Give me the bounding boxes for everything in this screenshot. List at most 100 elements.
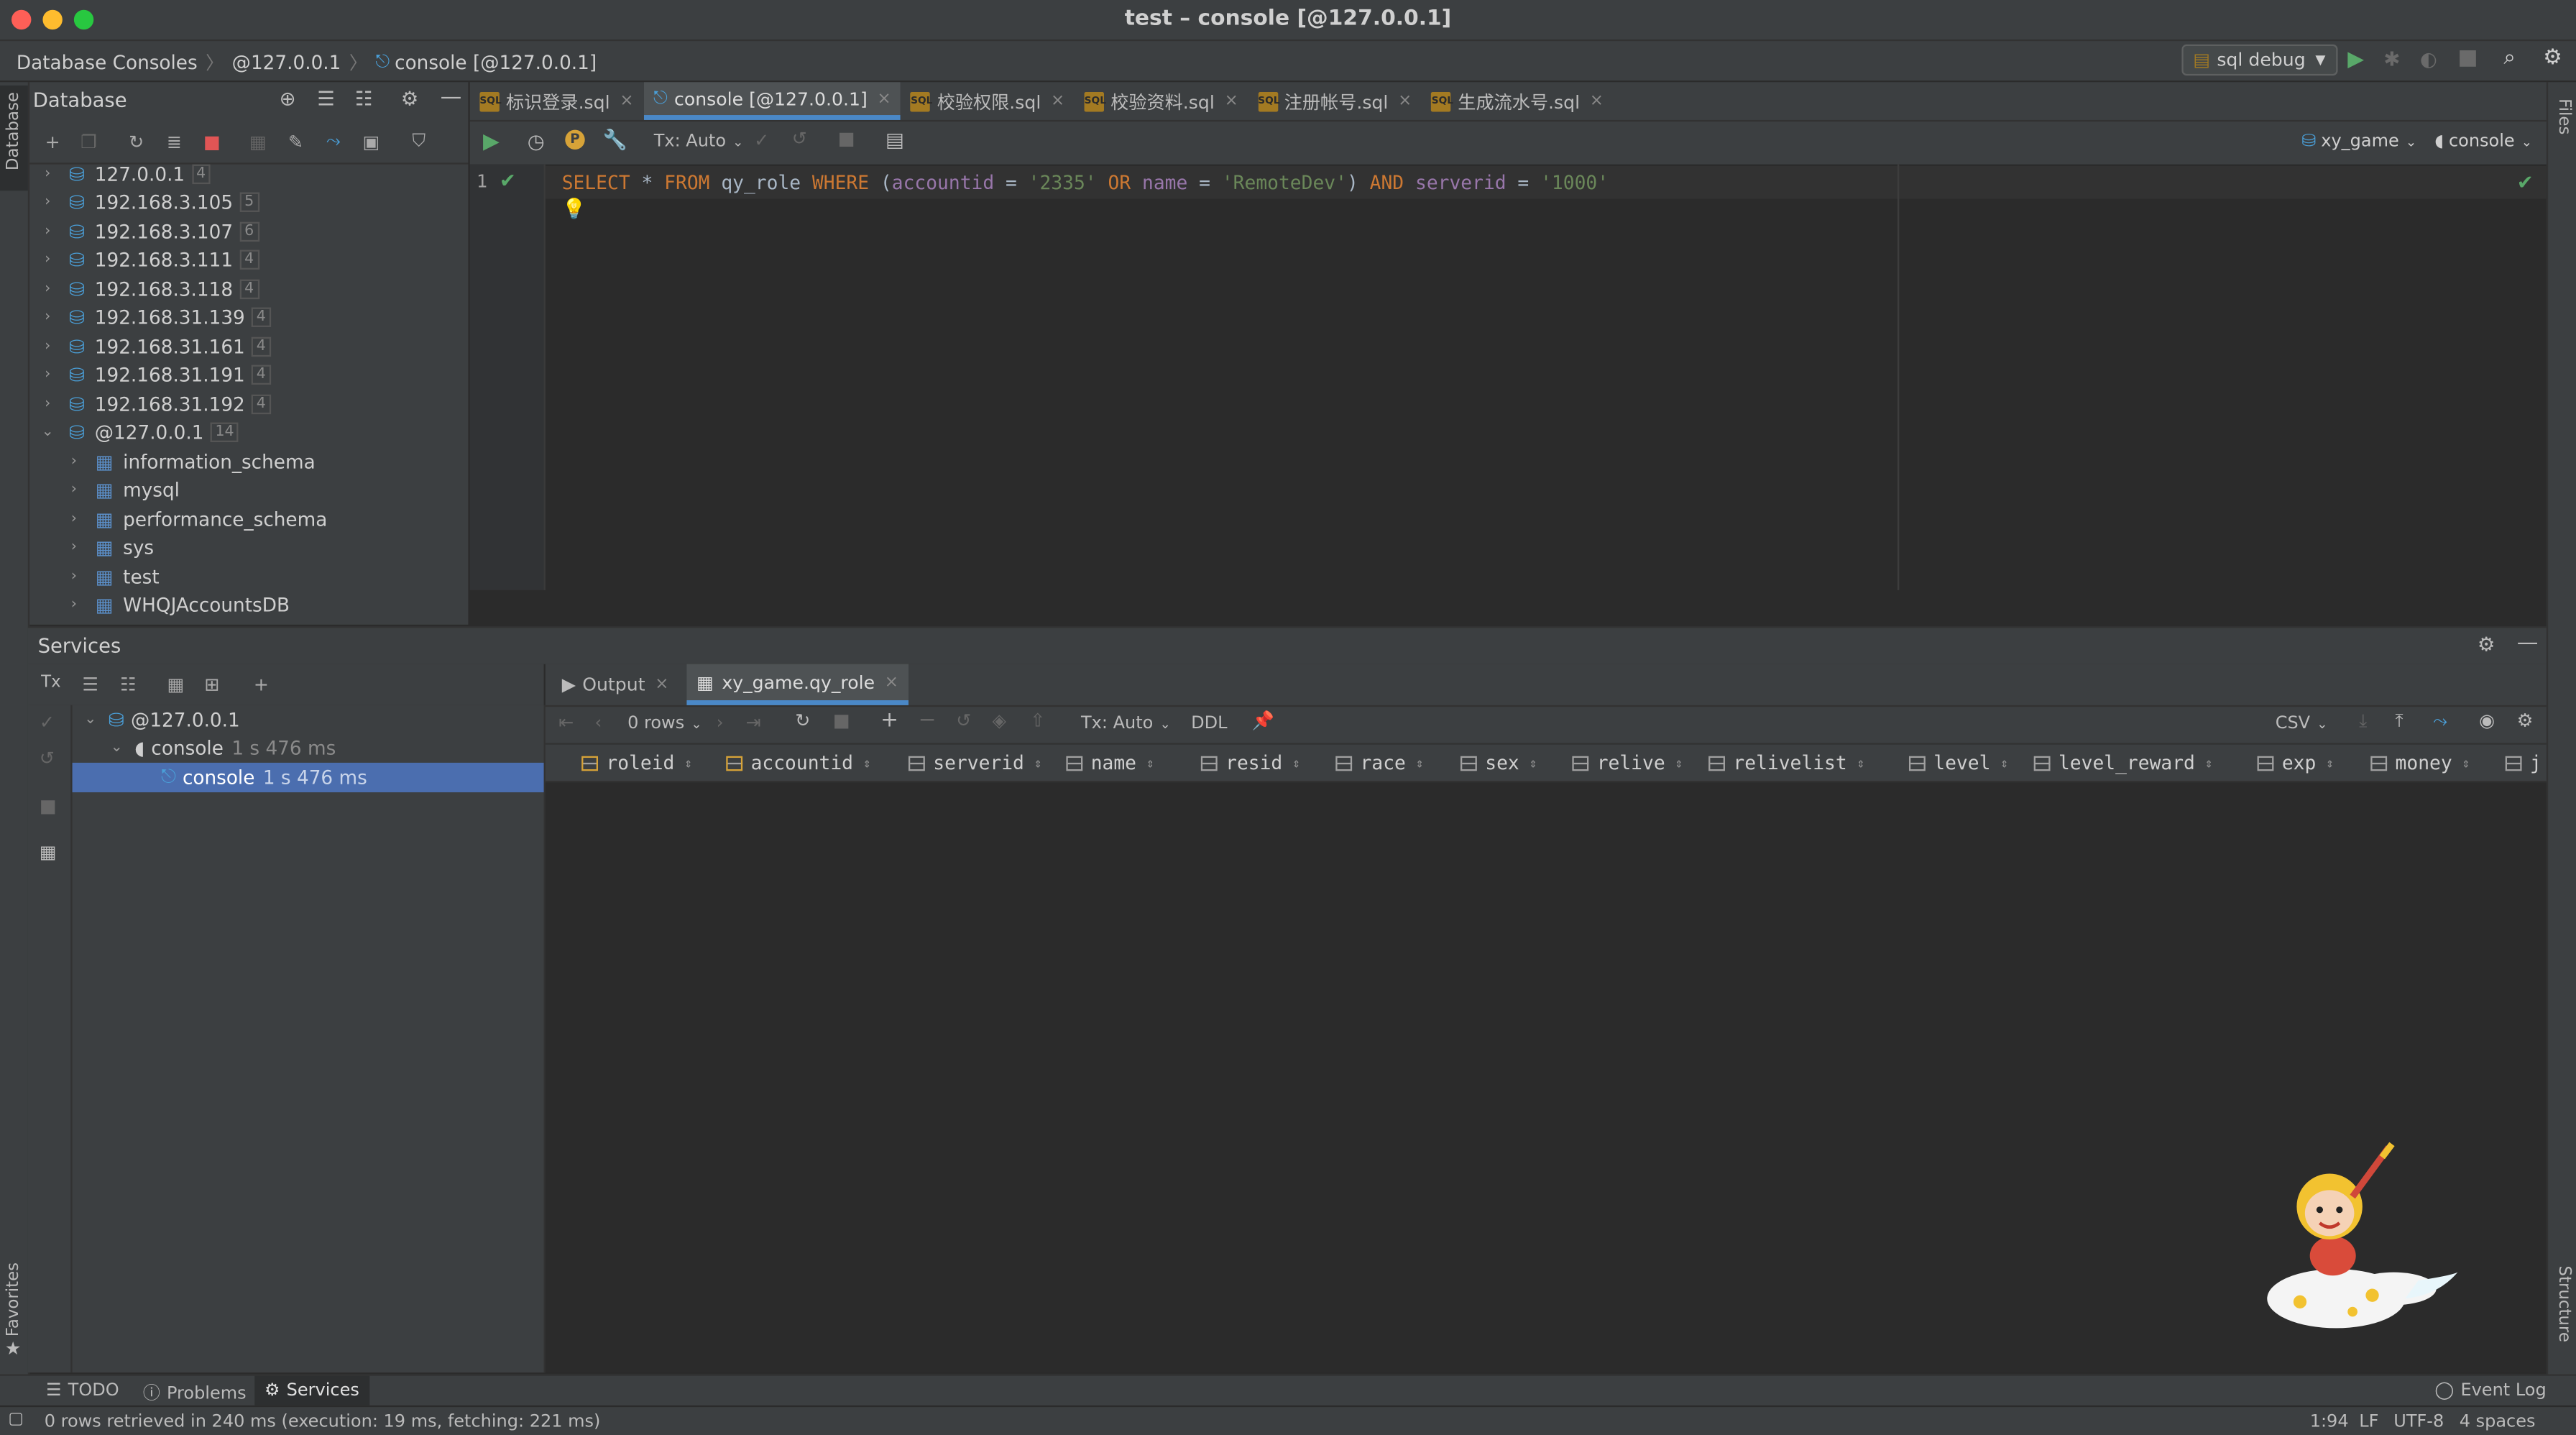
column-header-j[interactable]: j xyxy=(2505,745,2542,781)
chevron-right-icon[interactable]: › xyxy=(65,510,82,527)
table-icon[interactable]: ▦ xyxy=(245,128,272,155)
chevron-right-icon[interactable]: › xyxy=(40,280,56,297)
row-count-select[interactable]: 0 rows ⌄ xyxy=(627,713,702,733)
services-tree-row-selected[interactable]: ⎋ console 1 s 476 ms xyxy=(72,762,544,792)
filter-icon[interactable]: ⊞ xyxy=(199,671,226,697)
sort-icon[interactable]: ⇕ xyxy=(1146,756,1154,771)
sort-icon[interactable]: ⇕ xyxy=(684,756,692,771)
locate-icon[interactable]: ⊕ xyxy=(280,87,296,110)
tab-console-active[interactable]: ⎋ console [@127.0.0.1] × xyxy=(643,82,901,120)
chevron-right-icon[interactable]: › xyxy=(40,165,56,182)
export-format-select[interactable]: CSV ⌄ xyxy=(2276,713,2328,733)
chevron-right-icon[interactable]: › xyxy=(40,367,56,383)
chevron-right-icon[interactable]: › xyxy=(65,453,82,469)
column-header-accountid[interactable]: accountid ⇕ xyxy=(726,745,871,781)
sql-statement[interactable]: SELECT * FROM qy_role WHERE (accountid =… xyxy=(562,171,1609,194)
db-tree-row[interactable]: › ⛁ 192.168.3.111 4 xyxy=(0,246,468,275)
close-icon[interactable]: × xyxy=(878,90,891,108)
indent-setting[interactable]: 4 spaces xyxy=(2460,1412,2536,1431)
sort-icon[interactable]: ⇕ xyxy=(2326,756,2334,771)
tab-sql-file[interactable]: SQL 校验资料.sql × xyxy=(1075,82,1248,120)
run-icon[interactable]: ▶ xyxy=(2347,47,2364,72)
column-header-roleid[interactable]: roleid ⇕ xyxy=(581,745,692,781)
problems-tool-button[interactable]: ⓘ Problems xyxy=(143,1381,247,1406)
hide-panel-icon[interactable]: — xyxy=(441,86,462,110)
breadcrumb-item-console[interactable]: console [@127.0.0.1] xyxy=(395,51,597,74)
next-page-icon[interactable]: › xyxy=(717,712,724,733)
rollback-icon[interactable]: ↺ xyxy=(40,748,55,769)
sort-icon[interactable]: ⇕ xyxy=(1529,756,1537,771)
tab-result-table[interactable]: ▦ xy_game.qy_role × xyxy=(686,664,908,705)
db-tree-row[interactable]: › ⛁ 127.0.0.1 4 xyxy=(0,160,468,188)
edit-icon[interactable]: ✎ xyxy=(282,128,309,155)
close-icon[interactable]: × xyxy=(1225,92,1238,110)
column-header-exp[interactable]: exp ⇕ xyxy=(2257,745,2334,781)
add-service-icon[interactable]: + xyxy=(248,671,275,697)
cancel-icon[interactable]: ■ xyxy=(833,710,850,732)
column-header-serverid[interactable]: serverid ⇕ xyxy=(908,745,1042,781)
gear-icon[interactable]: ⚙ xyxy=(2517,710,2534,732)
pin-icon[interactable]: 📌 xyxy=(1252,710,1274,732)
sort-icon[interactable]: ⇕ xyxy=(1034,756,1042,771)
toggle-tool-windows-icon[interactable]: ▢ xyxy=(8,1411,24,1429)
chevron-down-icon[interactable]: ⌄ xyxy=(40,424,56,441)
ddl-button[interactable]: DDL xyxy=(1191,713,1227,733)
column-header-relive[interactable]: relive ⇕ xyxy=(1572,745,1683,781)
close-icon[interactable]: × xyxy=(1398,92,1412,110)
copy-icon[interactable]: ❐ xyxy=(75,128,102,155)
disconnect-icon[interactable]: ■ xyxy=(199,128,226,155)
tab-sql-file[interactable]: SQL 注册帐号.sql × xyxy=(1248,82,1422,120)
chevron-right-icon[interactable]: › xyxy=(65,482,82,498)
column-header-money[interactable]: money ⇕ xyxy=(2370,745,2470,781)
profile-icon[interactable]: P xyxy=(565,129,585,150)
transaction-mode-select[interactable]: Tx: Auto ⌄ xyxy=(654,132,744,151)
previous-page-icon[interactable]: ‹ xyxy=(594,712,602,733)
chevron-right-icon[interactable]: › xyxy=(65,597,82,614)
schema-tree-row[interactable]: › ▦ sys xyxy=(0,533,468,562)
chevron-right-icon[interactable]: › xyxy=(40,194,56,211)
delete-row-icon[interactable]: − xyxy=(919,708,937,733)
history-icon[interactable]: ◷ xyxy=(528,130,545,153)
result-transaction-select[interactable]: Tx: Auto ⌄ xyxy=(1081,713,1171,733)
submit-icon[interactable]: ⇧ xyxy=(1030,710,1045,732)
files-tool-tab[interactable]: Files xyxy=(2554,98,2572,134)
tab-sql-file[interactable]: SQL 生成流水号.sql × xyxy=(1422,82,1614,120)
structure-tool-tab[interactable]: Structure xyxy=(2554,1266,2572,1342)
chevron-right-icon[interactable]: › xyxy=(65,540,82,556)
rollback-icon[interactable]: ↺ xyxy=(792,128,807,150)
status-message[interactable]: 0 rows retrieved in 240 ms (execution: 1… xyxy=(45,1412,601,1431)
sort-icon[interactable]: ⇕ xyxy=(2205,756,2213,771)
db-tree-row[interactable]: › ⛁ 192.168.31.139 4 xyxy=(0,303,468,332)
close-icon[interactable]: × xyxy=(655,676,668,694)
commit-icon[interactable]: ✓ xyxy=(40,712,55,733)
schema-tree-row[interactable]: › ▦ information_schema xyxy=(0,447,468,476)
cancel-icon[interactable]: ■ xyxy=(838,128,855,150)
schema-tree-row[interactable]: › ▦ performance_schema xyxy=(0,505,468,533)
jump-to-console-icon[interactable]: ⤳ xyxy=(321,128,347,155)
stop-icon[interactable]: ■ xyxy=(40,796,57,817)
close-icon[interactable]: × xyxy=(1590,92,1604,110)
refresh-icon[interactable]: ↻ xyxy=(795,710,810,732)
chevron-right-icon[interactable]: › xyxy=(40,223,56,239)
close-icon[interactable]: × xyxy=(885,673,898,691)
commit-icon[interactable]: ✓ xyxy=(754,130,769,152)
schema-select[interactable]: ⛁ xy_game ⌄ xyxy=(2301,132,2416,151)
db-tree-row[interactable]: › ⛁ 192.168.31.161 4 xyxy=(0,332,468,361)
ql-icon[interactable]: ▣ xyxy=(358,128,385,155)
tab-sql-file[interactable]: SQL 标识登录.sql × xyxy=(470,82,644,120)
revert-icon[interactable]: ↺ xyxy=(956,710,971,732)
tab-sql-file[interactable]: SQL 校验权限.sql × xyxy=(901,82,1075,120)
sort-icon[interactable]: ⇕ xyxy=(2000,756,2008,771)
add-icon[interactable]: + xyxy=(40,128,66,155)
output-layout-icon[interactable]: ▤ xyxy=(886,128,904,151)
view-icon[interactable]: ◉ xyxy=(2479,710,2495,732)
search-icon[interactable]: ⌕ xyxy=(2503,46,2516,70)
result-grid[interactable] xyxy=(545,782,2547,1373)
column-header-relivelist[interactable]: relivelist ⇕ xyxy=(1708,745,1864,781)
layout-icon[interactable]: ▦ xyxy=(40,842,57,863)
collapse-all-icon[interactable]: ☷ xyxy=(355,87,373,110)
todo-tool-button[interactable]: ☰ TODO xyxy=(46,1381,119,1400)
db-tree-row[interactable]: › ⛁ 192.168.3.118 4 xyxy=(0,275,468,303)
filter-icon[interactable]: ⛉ xyxy=(406,128,433,155)
expand-all-icon[interactable]: ☰ xyxy=(317,87,335,110)
